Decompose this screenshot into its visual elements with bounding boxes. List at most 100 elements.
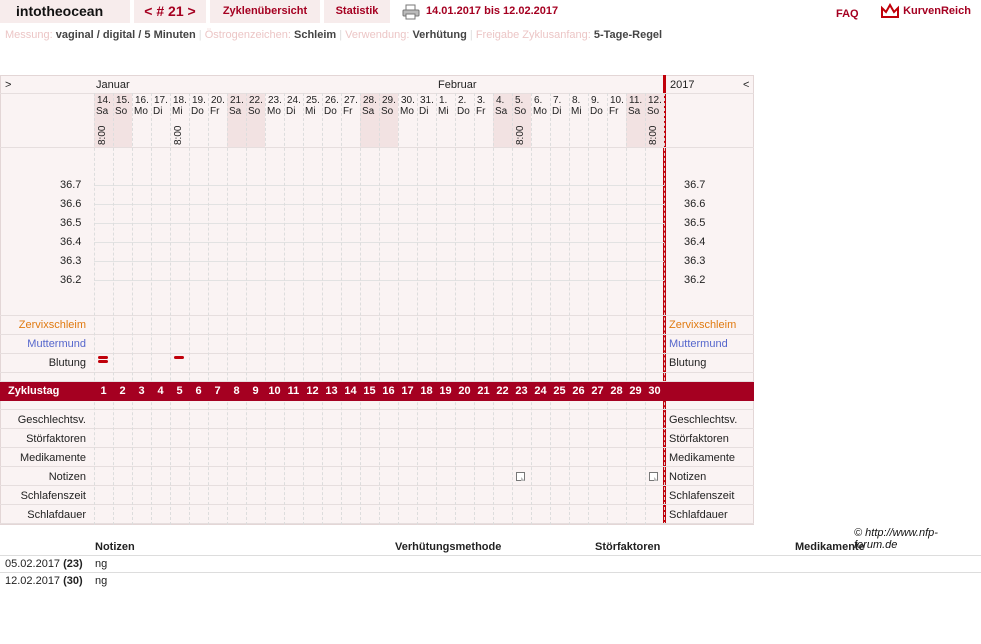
nav-left-arrow[interactable]: > (5, 79, 11, 91)
notes-table: Notizen Verhütungsmethode Störfaktoren M… (0, 539, 981, 589)
day-grid-line (512, 93, 513, 525)
cycle-day-number[interactable]: 16 (379, 382, 398, 401)
day-number: 20. (211, 95, 225, 106)
cycle-day-number[interactable]: 28 (607, 382, 626, 401)
cycle-day-number[interactable]: 6 (189, 382, 208, 401)
row-label-0: Geschlechtsv. (17, 414, 86, 426)
cycle-day-number[interactable]: 30 (645, 382, 664, 401)
cycle-day-number[interactable]: 27 (588, 382, 607, 401)
month-januar: Januar (96, 79, 130, 91)
day-grid-line (379, 93, 380, 525)
cycle-day-number[interactable]: 23 (512, 382, 531, 401)
cycle-day-number[interactable]: 26 (569, 382, 588, 401)
cycle-day-number[interactable]: 19 (436, 382, 455, 401)
note-icon[interactable] (649, 472, 658, 481)
weekday: Mi (305, 106, 316, 117)
weekday: Sa (96, 106, 109, 117)
cycle-day-number[interactable]: 7 (208, 382, 227, 401)
day-grid-line (151, 93, 152, 525)
temp-label-right: 36.2 (684, 274, 706, 286)
temp-label-left: 36.4 (60, 236, 82, 248)
bleeding-mark (98, 360, 108, 363)
day-grid-line (550, 93, 551, 525)
row-label-4: Schlafenszeit (20, 490, 86, 502)
notes-header-medikamente: Medikamente (795, 541, 865, 553)
bleeding-mark (174, 356, 184, 359)
day-number: 29. (382, 95, 396, 106)
day-number: 4. (496, 95, 505, 106)
day-number: 17. (154, 95, 168, 106)
cycle-day-number[interactable]: 2 (113, 382, 132, 401)
notes-header-notizen: Notizen (95, 541, 135, 553)
cycle-day-number[interactable]: 17 (398, 382, 417, 401)
row-label-1: Störfaktoren (26, 433, 86, 445)
cycle-day-number[interactable]: 15 (360, 382, 379, 401)
settings-summary: Messung: vaginal / digital / 5 Minuten |… (5, 29, 663, 41)
statistik-tab[interactable]: Statistik (324, 0, 390, 23)
note-icon[interactable] (516, 472, 525, 481)
day-number: 24. (287, 95, 301, 106)
weekday: Fr (210, 106, 220, 117)
day-number: 26. (325, 95, 339, 106)
weekday: Mi (571, 106, 582, 117)
note-text: ng (90, 572, 390, 589)
day-grid-line (455, 93, 456, 525)
cycle-day-number[interactable]: 25 (550, 382, 569, 401)
weekday: Fr (609, 106, 619, 117)
cycle-day-number[interactable]: 11 (284, 382, 303, 401)
weekday: Do (191, 106, 204, 117)
cycle-day-number[interactable]: 13 (322, 382, 341, 401)
day-grid-line (398, 93, 399, 525)
weekday: Mi (172, 106, 183, 117)
faq-link[interactable]: FAQ (836, 3, 859, 26)
cycle-day-number[interactable]: 5 (170, 382, 189, 401)
oestrogen-label: Östrogenzeichen: (204, 29, 291, 41)
cycle-day-number[interactable]: 22 (493, 382, 512, 401)
day-number: 19. (192, 95, 206, 106)
weekday: Di (552, 106, 562, 117)
nav-right-arrow[interactable]: < (743, 79, 749, 91)
weekday: So (381, 106, 394, 117)
cycle-day-number[interactable]: 4 (151, 382, 170, 401)
cycle-day-number[interactable]: 10 (265, 382, 284, 401)
weekday: Di (153, 106, 163, 117)
blutung-label: Blutung (48, 357, 86, 369)
day-grid-line (626, 93, 627, 525)
row-label-3: Notizen (48, 471, 86, 483)
weekday: Mo (267, 106, 281, 117)
cycle-day-number[interactable]: 3 (132, 382, 151, 401)
day-grid-line (265, 93, 266, 525)
cycle-day-number[interactable]: 9 (246, 382, 265, 401)
cycle-day-number[interactable]: 21 (474, 382, 493, 401)
day-grid-line (284, 93, 285, 525)
cycle-day-number[interactable]: 20 (455, 382, 474, 401)
day-number: 2. (458, 95, 467, 106)
weekday: Sa (362, 106, 375, 117)
weekday: So (248, 106, 261, 117)
crown-icon (881, 3, 899, 19)
row-label-2: Medikamente (19, 452, 86, 464)
cycle-day-number[interactable]: 8 (227, 382, 246, 401)
zyklenuebersicht-tab[interactable]: Zyklenübersicht (210, 0, 320, 23)
printer-icon[interactable] (402, 0, 422, 23)
cycle-day-number[interactable]: 29 (626, 382, 645, 401)
day-grid-line (531, 93, 532, 525)
weekday: Sa (229, 106, 242, 117)
cycle-day-number[interactable]: 12 (303, 382, 322, 401)
temp-label-left: 36.6 (60, 198, 82, 210)
kurvenreich-logo[interactable]: KurvenReich (880, 0, 980, 23)
cycle-day-number[interactable]: 24 (531, 382, 550, 401)
temp-label-right: 36.6 (684, 198, 706, 210)
cycle-day-number[interactable]: 14 (341, 382, 360, 401)
temp-label-right: 36.4 (684, 236, 706, 248)
cycle-day-number[interactable]: 18 (417, 382, 436, 401)
day-grid-line (664, 93, 665, 525)
cycle-navigator[interactable]: < # 21 > (134, 0, 206, 23)
weekday: Di (286, 106, 296, 117)
cycle-day-number[interactable]: 1 (94, 382, 113, 401)
day-grid-line (436, 93, 437, 525)
measure-time: 8:00 (173, 125, 184, 145)
day-number: 23. (268, 95, 282, 106)
weekday: Mo (400, 106, 414, 117)
messung-value: vaginal / digital / 5 Minuten (55, 29, 196, 41)
